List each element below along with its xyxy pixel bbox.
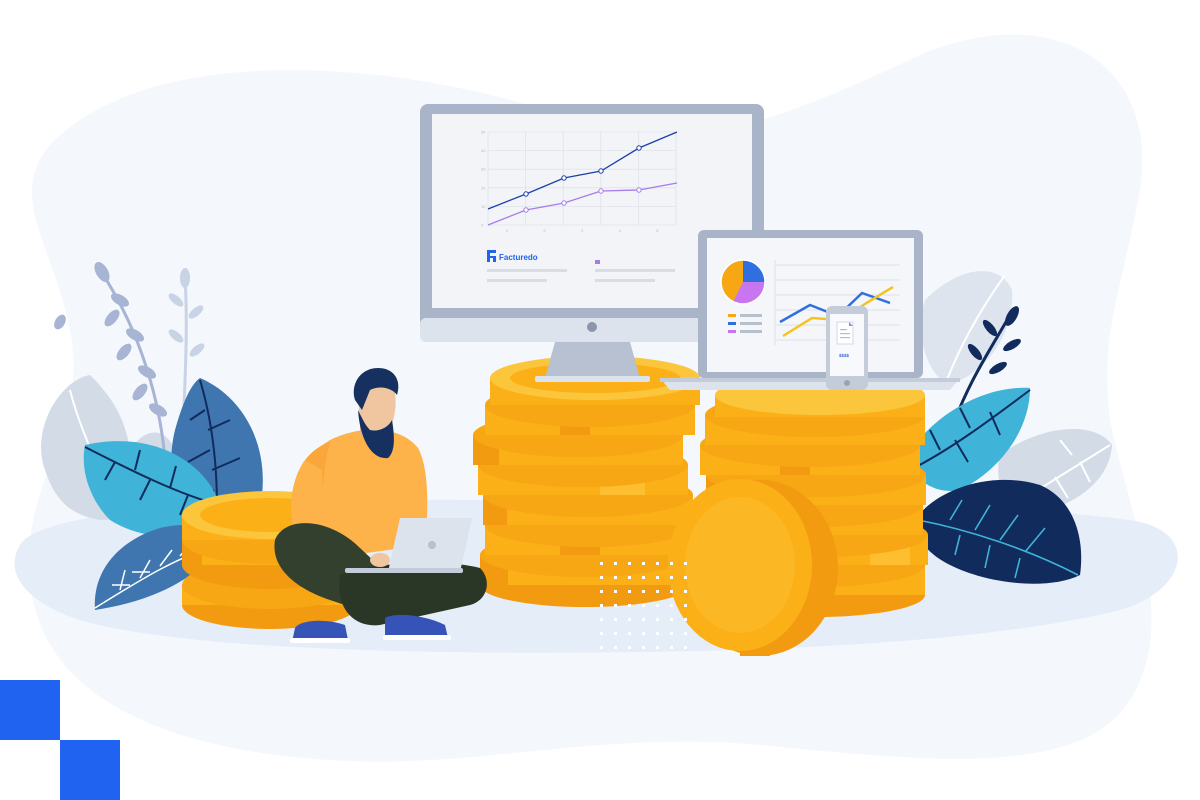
dot bbox=[670, 562, 673, 565]
y-tick-label: 10 bbox=[481, 204, 486, 209]
series-point bbox=[523, 207, 529, 213]
dot bbox=[656, 632, 659, 635]
dot bbox=[628, 618, 631, 621]
text-line bbox=[487, 279, 547, 282]
phone-amount: $$$$ bbox=[839, 353, 850, 358]
laptop bbox=[660, 230, 960, 390]
dot bbox=[656, 576, 659, 579]
y-tick-label: 20 bbox=[481, 185, 486, 190]
series-point bbox=[561, 175, 567, 181]
illustration: 504030201001 2 3 4 5 Facturedo $$$$ bbox=[0, 34, 1178, 800]
dot bbox=[656, 590, 659, 593]
dot bbox=[684, 576, 687, 579]
dot bbox=[614, 590, 617, 593]
dot bbox=[642, 618, 645, 621]
text-line bbox=[595, 269, 675, 272]
pie-chart bbox=[720, 259, 766, 305]
dot bbox=[670, 604, 673, 607]
series-point bbox=[598, 168, 604, 174]
dot bbox=[628, 562, 631, 565]
coin-stack-center bbox=[473, 356, 700, 607]
dot bbox=[600, 576, 603, 579]
dot bbox=[614, 562, 617, 565]
dot bbox=[642, 604, 645, 607]
brand-name: Facturedo bbox=[499, 253, 538, 262]
dot bbox=[642, 576, 645, 579]
dot bbox=[684, 590, 687, 593]
dot bbox=[642, 646, 645, 649]
monitor-power-button bbox=[587, 322, 597, 332]
dot bbox=[642, 632, 645, 635]
dot bbox=[600, 618, 603, 621]
dot bbox=[600, 562, 603, 565]
dot bbox=[670, 618, 673, 621]
dot bbox=[684, 632, 687, 635]
series-point bbox=[636, 187, 642, 193]
dot bbox=[656, 604, 659, 607]
dot bbox=[628, 590, 631, 593]
brand-logo bbox=[487, 250, 496, 262]
series-point bbox=[636, 145, 642, 151]
dot bbox=[642, 562, 645, 565]
series-point bbox=[523, 191, 529, 197]
dot bbox=[614, 632, 617, 635]
text-line bbox=[487, 269, 567, 272]
legend-marker bbox=[595, 260, 600, 264]
dot bbox=[656, 562, 659, 565]
dot bbox=[614, 646, 617, 649]
y-tick-label: 40 bbox=[481, 148, 486, 153]
dot bbox=[628, 576, 631, 579]
y-tick-label: 50 bbox=[481, 130, 486, 135]
dot bbox=[684, 618, 687, 621]
dot bbox=[600, 646, 603, 649]
monitor-base bbox=[535, 376, 650, 382]
dot bbox=[642, 590, 645, 593]
series-point bbox=[598, 188, 604, 194]
accent-square bbox=[60, 740, 120, 800]
dot bbox=[628, 646, 631, 649]
monitor-stand bbox=[545, 342, 640, 378]
text-line bbox=[595, 279, 655, 282]
dot bbox=[628, 604, 631, 607]
dot bbox=[670, 646, 673, 649]
dot bbox=[684, 604, 687, 607]
dot bbox=[614, 618, 617, 621]
dot bbox=[670, 590, 673, 593]
dot bbox=[684, 562, 687, 565]
standing-coin bbox=[668, 479, 838, 656]
dot bbox=[670, 632, 673, 635]
dot bbox=[656, 618, 659, 621]
series-point bbox=[561, 200, 567, 206]
dot bbox=[600, 604, 603, 607]
dot bbox=[600, 632, 603, 635]
dot bbox=[656, 646, 659, 649]
phone: $$$$ bbox=[826, 306, 868, 390]
dot bbox=[670, 576, 673, 579]
dot bbox=[614, 576, 617, 579]
accent-square bbox=[0, 680, 60, 740]
y-tick-label: 30 bbox=[481, 167, 486, 172]
dot bbox=[600, 590, 603, 593]
dot bbox=[684, 646, 687, 649]
dot bbox=[614, 604, 617, 607]
dot bbox=[628, 632, 631, 635]
